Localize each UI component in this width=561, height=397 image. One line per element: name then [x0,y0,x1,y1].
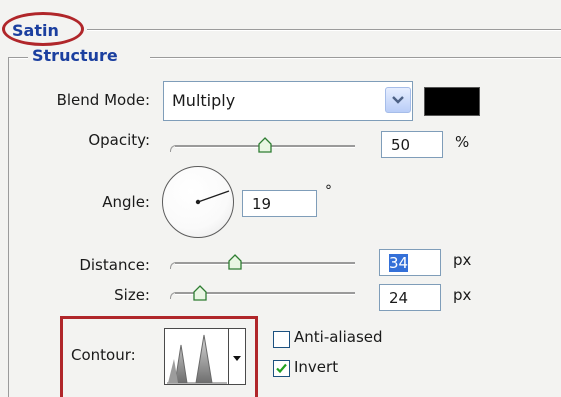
structure-group-title: Structure [32,46,118,65]
angle-dial[interactable] [162,166,234,238]
opacity-unit: % [455,133,470,151]
anti-aliased-checkbox[interactable] [273,331,290,348]
group-border-left [8,57,28,59]
group-border-top [150,57,561,59]
group-border-vertical [8,58,9,397]
angle-dial-needle [195,190,230,205]
size-unit: px [453,286,472,304]
size-label: Size: [114,286,150,304]
blend-mode-label: Blend Mode: [56,91,150,109]
distance-input[interactable]: 34 [379,249,441,276]
size-slider-thumb[interactable] [193,285,207,301]
checkmark-icon [276,363,287,374]
section-divider [87,29,561,31]
angle-label: Angle: [102,193,150,211]
distance-label: Distance: [79,256,150,274]
distance-slider-thumb[interactable] [228,254,242,270]
contour-label: Contour: [71,346,136,364]
invert-checkbox[interactable] [273,360,290,377]
opacity-input[interactable]: 50 [381,131,443,158]
satin-panel: Satin Structure Blend Mode: Multiply Opa… [0,0,561,397]
highlight-ellipse-annotation [2,12,84,46]
distance-slider-track[interactable] [175,262,355,265]
contour-picker-divider [228,329,229,384]
anti-aliased-label: Anti-aliased [294,328,383,346]
contour-curve-icon [167,334,227,384]
caret-down-icon[interactable] [231,349,243,367]
angle-unit: ° [325,183,332,199]
invert-label: Invert [294,358,339,376]
distance-unit: px [453,251,472,269]
satin-color-swatch[interactable] [424,87,480,116]
opacity-label: Opacity: [88,131,150,149]
blend-mode-value: Multiply [172,91,236,110]
size-input[interactable]: 24 [379,284,441,311]
opacity-slider-thumb[interactable] [258,137,272,153]
angle-input[interactable]: 19 [242,190,317,217]
chevron-down-icon[interactable] [385,87,411,113]
